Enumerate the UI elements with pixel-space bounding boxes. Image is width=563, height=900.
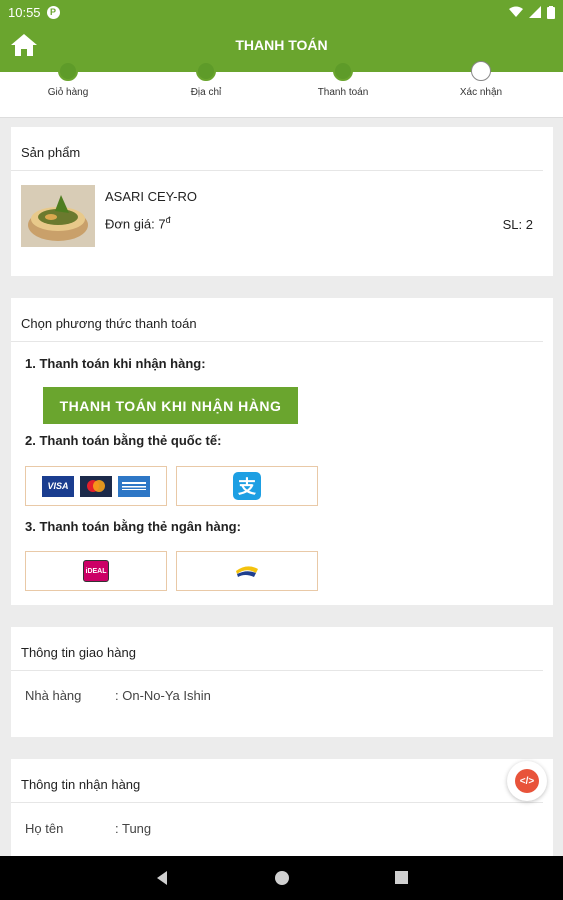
mastercard-icon [80, 475, 112, 497]
product-section-title: Sản phẩm [11, 127, 543, 171]
step-label: Thanh toán [317, 87, 369, 98]
receiver-name-label: Họ tên [25, 821, 64, 836]
product-quantity: SL: 2 [502, 217, 533, 232]
amex-icon [118, 475, 150, 497]
home-nav-icon[interactable] [274, 870, 290, 886]
receiver-info-card: Thông tin nhận hàng Họ tên : Tung [11, 759, 553, 856]
step-dot [196, 61, 216, 81]
currency-symbol: đ [165, 215, 171, 225]
restaurant-row: Nhà hàng : On-No-Ya Ishin [25, 688, 211, 703]
restaurant-label: Nhà hàng [25, 688, 82, 703]
receiver-name-row: Họ tên : Tung [25, 821, 151, 836]
checkout-stepper: Giỏ hàng Địa chỉ Thanh toán Xác nhận [0, 61, 563, 118]
battery-icon [547, 5, 555, 19]
notification-icon: P [46, 5, 60, 19]
receiver-section-title: Thông tin nhận hàng [11, 759, 543, 803]
step-confirm: Xác nhận [421, 61, 541, 98]
system-nav-bar [0, 856, 563, 900]
product-price: Đơn giá: 7đ [105, 215, 171, 231]
step-address: Địa chỉ [146, 61, 266, 98]
cod-button[interactable]: THANH TOÁN KHI NHẬN HÀNG [43, 387, 298, 424]
ideal-icon: iDEAL [83, 560, 109, 582]
delivery-section-title: Thông tin giao hàng [11, 627, 543, 671]
payment-option-bank: 3. Thanh toán bằng thẻ ngân hàng: [25, 519, 241, 534]
product-price-label: Đơn giá: 7 [105, 216, 166, 232]
step-label: Xác nhận [459, 87, 503, 98]
status-time: 10:55 [8, 4, 41, 20]
step-dot [333, 61, 353, 81]
payment-option-cod: 1. Thanh toán khi nhận hàng: [25, 356, 206, 371]
payment-card: Chọn phương thức thanh toán 1. Thanh toá… [11, 298, 553, 605]
product-image [21, 185, 95, 247]
restaurant-value: : On-No-Ya Ishin [115, 688, 211, 703]
receiver-name-value: : Tung [115, 821, 152, 836]
visa-icon: VISA [42, 475, 74, 497]
alipay-payment-option[interactable]: 支 [176, 466, 318, 506]
product-name: ASARI CEY-RO [105, 189, 197, 204]
product-card: Sản phẩm ASARI CEY-RO Đơn giá: 7đ SL: 2 [11, 127, 553, 276]
signal-icon [529, 6, 541, 18]
page-title: THANH TOÁN [235, 37, 328, 53]
step-payment: Thanh toán [283, 61, 403, 98]
alipay-icon: 支 [233, 472, 261, 500]
code-icon: </> [515, 769, 539, 793]
recents-icon[interactable] [394, 870, 409, 885]
step-label: Giỏ hàng [47, 87, 89, 98]
bancontact-payment-option[interactable] [176, 551, 318, 591]
delivery-info-card: Thông tin giao hàng Nhà hàng : On-No-Ya I… [11, 627, 553, 737]
payment-option-international: 2. Thanh toán bằng thẻ quốc tế: [25, 433, 222, 448]
status-bar: 10:55 P [0, 0, 563, 24]
code-fab-button[interactable]: </> [507, 761, 547, 801]
step-cart: Giỏ hàng [8, 61, 128, 98]
bank-logo-icon [236, 566, 258, 577]
step-dot [58, 61, 78, 81]
back-icon[interactable] [155, 870, 169, 886]
step-dot [471, 61, 491, 81]
payment-section-title: Chọn phương thức thanh toán [11, 298, 543, 342]
step-label: Địa chỉ [190, 87, 222, 98]
wifi-icon [509, 6, 523, 17]
ideal-payment-option[interactable]: iDEAL [25, 551, 167, 591]
card-payment-option[interactable]: VISA [25, 466, 167, 506]
